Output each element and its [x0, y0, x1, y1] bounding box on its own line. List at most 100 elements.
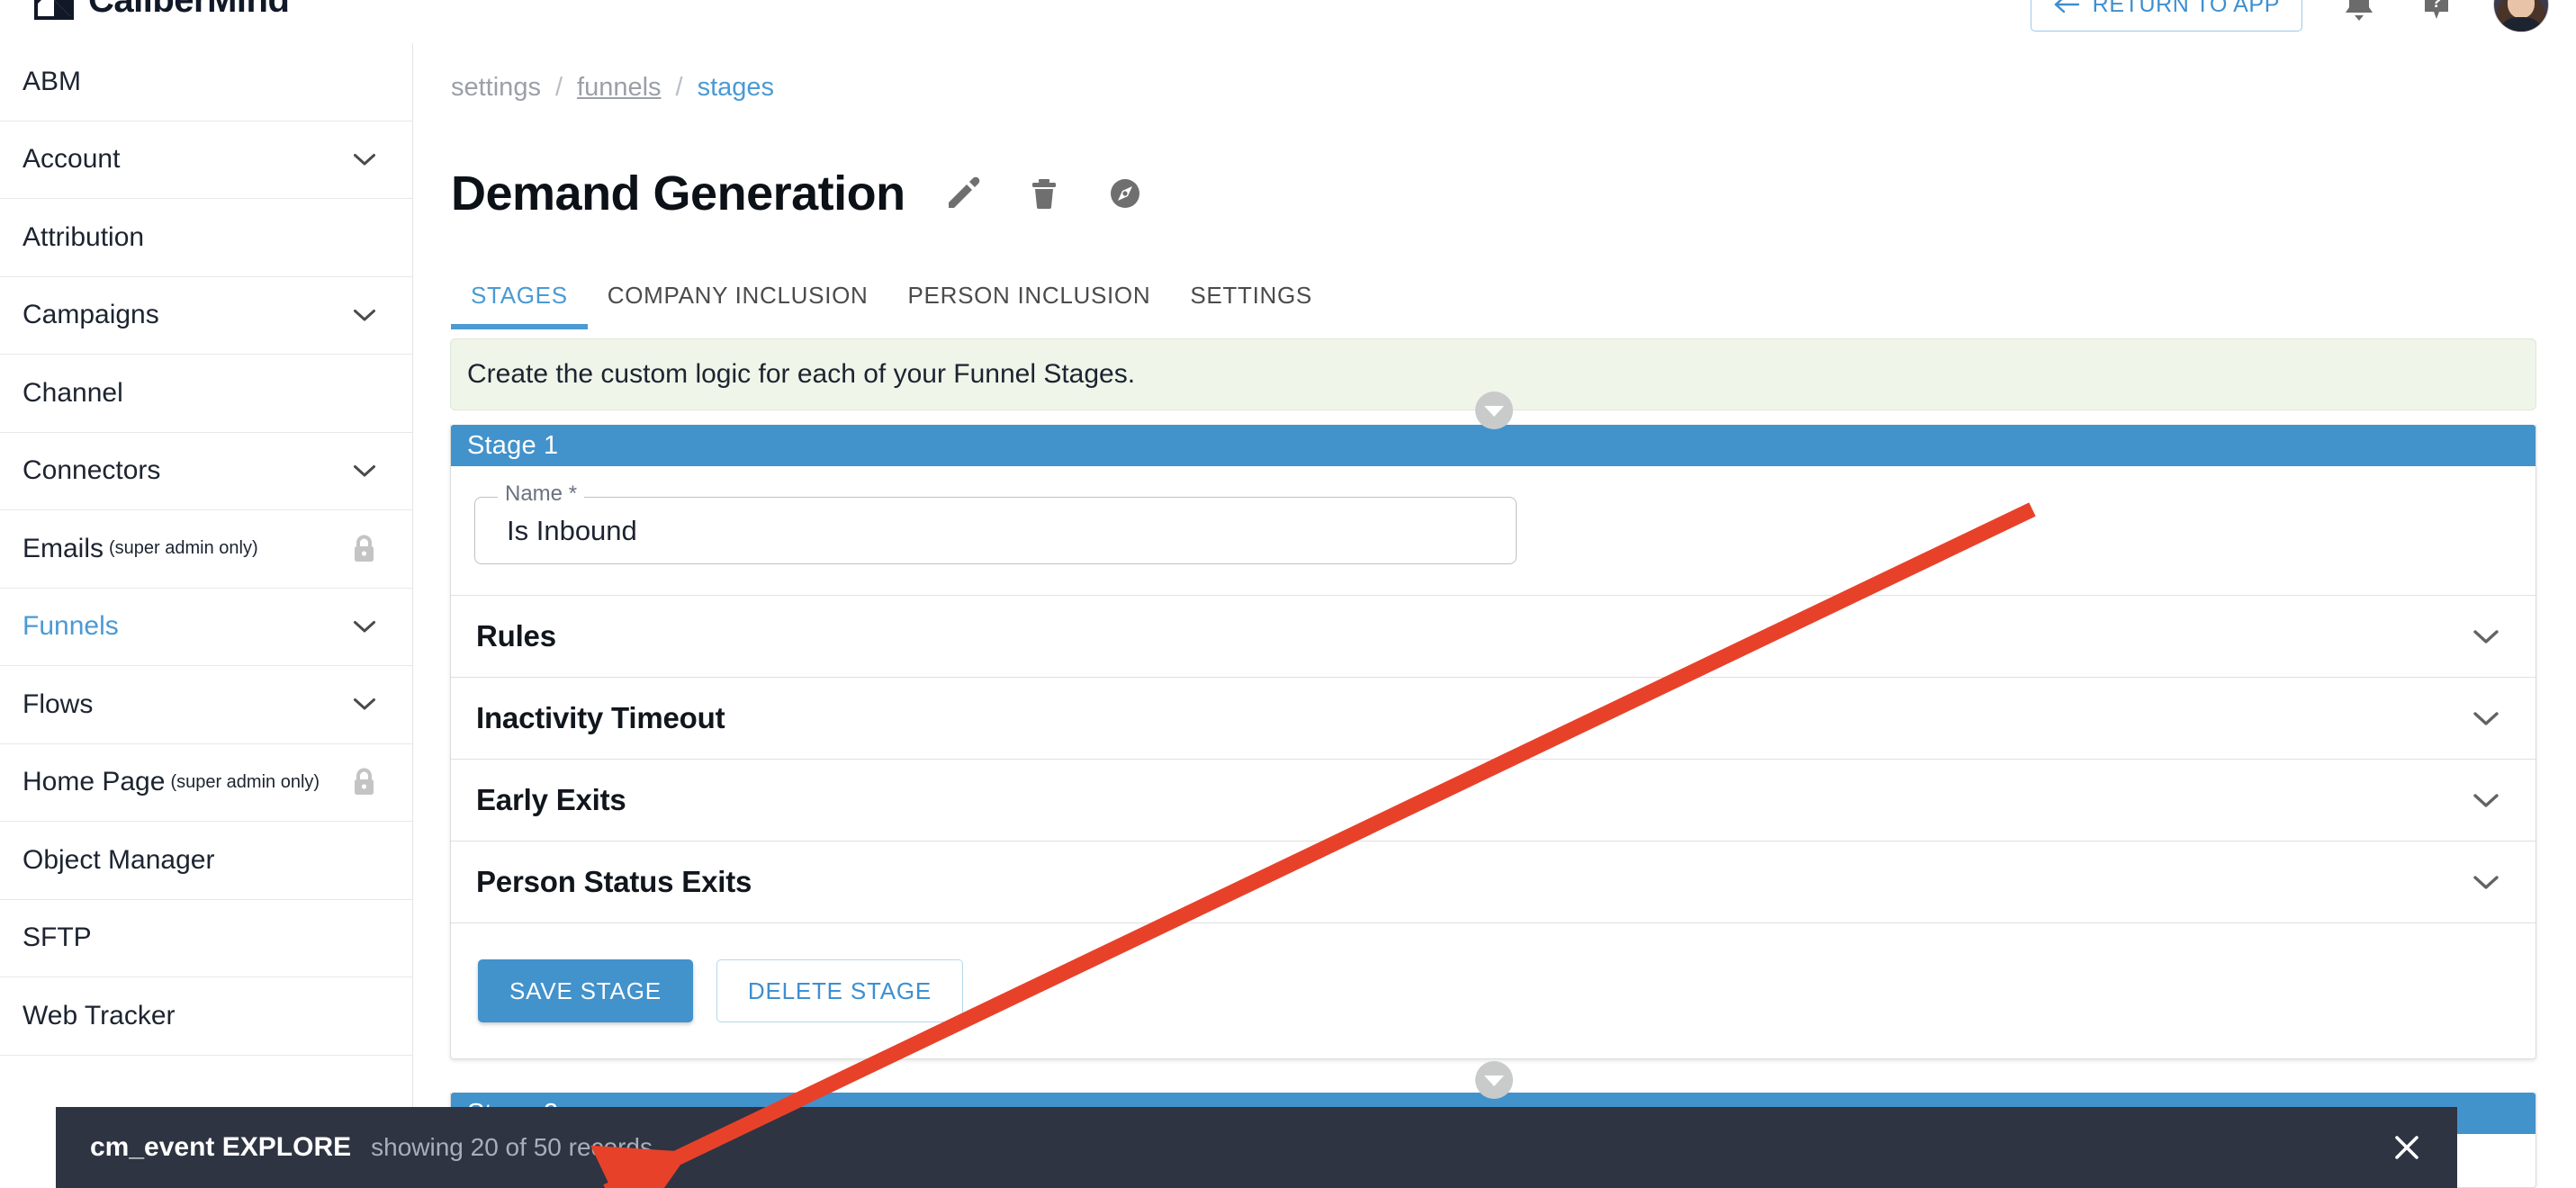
sidebar-item-web-tracker[interactable]: Web Tracker — [0, 977, 412, 1056]
chevron-down-icon — [354, 464, 375, 477]
sidebar-item-attribution[interactable]: Attribution — [0, 199, 412, 277]
sidebar: ABM Account Attribution Campaigns Channel Con… — [0, 43, 413, 1188]
chevron-down-icon — [354, 153, 375, 166]
sidebar-item-emails[interactable]: Emails (super admin only) — [0, 510, 412, 589]
edit-funnel-button[interactable] — [940, 170, 986, 217]
compass-icon — [1110, 179, 1139, 208]
sidebar-item-affordance — [352, 768, 376, 796]
app-root: CaliberMind RETURN TO APP ? ABM Account … — [0, 0, 2576, 1188]
tab-stages[interactable]: STAGES — [451, 282, 588, 329]
explore-dataset-name: cm_event EXPLORE — [90, 1132, 352, 1162]
collapse-toggle-stage-2[interactable] — [1475, 1061, 1513, 1099]
sidebar-item-label: Flows — [23, 688, 94, 719]
explore-record-status: showing 20 of 50 records — [371, 1133, 653, 1161]
explore-close-button[interactable] — [2387, 1128, 2427, 1167]
tab-person-inclusion[interactable]: PERSON INCLUSION — [888, 282, 1171, 329]
collapse-toggle-stage-1[interactable] — [1475, 392, 1513, 429]
sidebar-item-label: Web Tracker — [23, 1000, 176, 1030]
chevron-down-icon — [354, 309, 375, 321]
sidebar-item-affordance — [353, 698, 376, 711]
help-button[interactable]: ? — [2416, 0, 2457, 25]
top-bar: CaliberMind RETURN TO APP ? — [0, 0, 2576, 43]
sidebar-item-label: Funnels — [23, 611, 119, 642]
close-icon — [2395, 1136, 2418, 1159]
breadcrumb: settings / funnels / stages — [451, 73, 774, 103]
sidebar-item-abm[interactable]: ABM — [0, 43, 412, 122]
title-row: Demand Generation — [451, 169, 1148, 218]
explore-funnel-button[interactable] — [1102, 170, 1148, 217]
chevron-down-icon — [2473, 629, 2499, 644]
brand[interactable]: CaliberMind — [34, 0, 290, 20]
sidebar-item-affordance — [353, 153, 376, 166]
accordion-person-status-exits[interactable]: Person Status Exits — [451, 841, 2535, 922]
calibermind-logo-icon — [34, 0, 74, 20]
sidebar-item-campaigns[interactable]: Campaigns — [0, 276, 412, 355]
stage-name-value: Is Inbound — [507, 514, 637, 546]
sidebar-item-label: ABM — [23, 66, 82, 96]
brand-name: CaliberMind — [88, 0, 290, 20]
tab-company-inclusion[interactable]: COMPANY INCLUSION — [588, 282, 888, 329]
breadcrumb-item-funnels[interactable]: funnels — [577, 73, 662, 103]
breadcrumb-item-settings[interactable]: settings — [451, 73, 541, 103]
delete-funnel-button[interactable] — [1021, 170, 1067, 217]
sidebar-item-label: Connectors — [23, 455, 161, 486]
sidebar-item-object-manager[interactable]: Object Manager — [0, 822, 412, 900]
sidebar-item-sublabel: (super admin only) — [109, 538, 258, 559]
help-badge-icon: ? — [2425, 0, 2448, 19]
top-bar-actions: RETURN TO APP ? — [2030, 0, 2549, 32]
chevron-down-icon — [1484, 1076, 1504, 1086]
stage-actions: SAVE STAGE DELETE STAGE — [451, 922, 2535, 1058]
save-stage-button[interactable]: SAVE STAGE — [478, 959, 693, 1022]
sidebar-item-affordance — [352, 535, 376, 563]
page-title: Demand Generation — [451, 166, 905, 220]
stage-1-header-label: Stage 1 — [467, 430, 559, 460]
sidebar-item-affordance — [353, 464, 376, 478]
sidebar-item-connectors[interactable]: Connectors — [0, 432, 412, 510]
sidebar-item-label: Account — [23, 144, 121, 175]
sidebar-item-home-page[interactable]: Home Page (super admin only) — [0, 743, 412, 822]
sidebar-item-flows[interactable]: Flows — [0, 666, 412, 744]
accordion-inactivity-timeout[interactable]: Inactivity Timeout — [451, 677, 2535, 759]
sidebar-item-label: Attribution — [23, 221, 145, 252]
trash-icon — [1031, 179, 1056, 209]
accordion-early-exits[interactable]: Early Exits — [451, 759, 2535, 841]
lock-icon — [355, 535, 374, 562]
sidebar-item-sftp[interactable]: SFTP — [0, 899, 412, 977]
breadcrumb-separator: / — [675, 73, 683, 102]
explore-bottom-bar: cm_event EXPLORE showing 20 of 50 record… — [56, 1107, 2457, 1188]
sidebar-item-label: Campaigns — [23, 300, 159, 330]
svg-text:?: ? — [2431, 0, 2442, 12]
accordion-early-exits-label: Early Exits — [476, 783, 626, 816]
return-to-app-label: RETURN TO APP — [2092, 0, 2280, 17]
sidebar-nav: ABM Account Attribution Campaigns Channel Con… — [0, 43, 412, 1056]
accordion-person-status-exits-label: Person Status Exits — [476, 865, 752, 898]
chevron-down-icon — [2473, 793, 2499, 807]
chevron-down-icon — [2473, 875, 2499, 889]
sidebar-item-funnels[interactable]: Funnels — [0, 588, 412, 666]
sidebar-item-affordance — [353, 309, 376, 322]
breadcrumb-separator: / — [554, 73, 563, 102]
stage-card-1: Stage 1 Name * Is Inbound Rules Inactivi… — [450, 425, 2536, 1059]
info-banner-text: Create the custom logic for each of your… — [467, 359, 1136, 389]
sidebar-item-sublabel: (super admin only) — [170, 771, 320, 792]
accordion-inactivity-timeout-label: Inactivity Timeout — [476, 701, 725, 734]
accordion-rules[interactable]: Rules — [451, 595, 2535, 677]
tab-settings[interactable]: SETTINGS — [1170, 282, 1332, 329]
sidebar-item-account[interactable]: Account — [0, 121, 412, 199]
breadcrumb-item-stages[interactable]: stages — [698, 73, 774, 103]
stage-1-header[interactable]: Stage 1 — [451, 425, 2535, 466]
sidebar-item-affordance — [353, 620, 376, 634]
bell-icon — [2346, 0, 2373, 21]
accordion-rules-label: Rules — [476, 619, 556, 652]
lock-icon — [355, 768, 374, 796]
notifications-button[interactable] — [2338, 0, 2380, 25]
avatar[interactable] — [2493, 0, 2549, 32]
stage-name-label: Name * — [498, 482, 585, 507]
return-to-app-button[interactable]: RETURN TO APP — [2030, 0, 2302, 32]
chevron-down-icon — [354, 698, 375, 710]
arrow-left-icon — [2054, 0, 2079, 14]
delete-stage-button[interactable]: DELETE STAGE — [716, 959, 964, 1022]
sidebar-item-channel[interactable]: Channel — [0, 355, 412, 433]
chevron-down-icon — [354, 620, 375, 633]
chevron-down-icon — [2473, 711, 2499, 725]
